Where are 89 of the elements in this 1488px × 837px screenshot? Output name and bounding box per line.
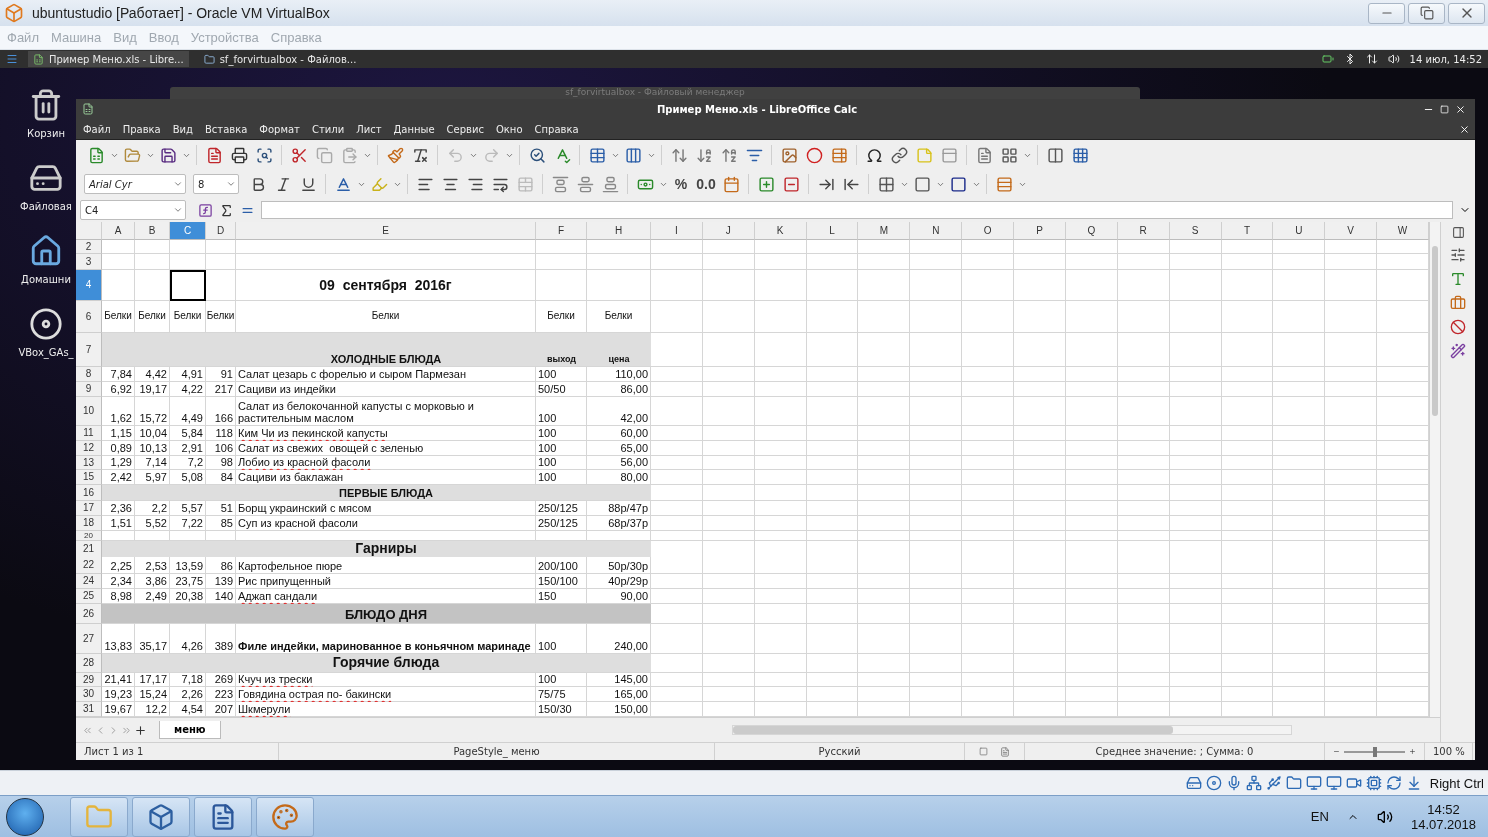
row-header[interactable]: 29 <box>76 673 102 687</box>
row-header[interactable]: 7 <box>76 333 102 367</box>
column-header[interactable]: I <box>651 222 703 240</box>
row-header[interactable]: 22 <box>76 557 102 574</box>
clock-time: 14:52 <box>1427 801 1460 817</box>
column-header[interactable]: K <box>754 222 807 240</box>
menu-item[interactable]: Стили <box>306 123 350 135</box>
column-header[interactable]: W <box>1377 222 1429 240</box>
menu-item[interactable]: Данные <box>388 123 440 135</box>
column-header[interactable]: V <box>1325 222 1378 240</box>
menu-item[interactable]: Правка <box>117 123 166 135</box>
menu-item[interactable]: Вставка <box>200 123 253 135</box>
number-format-button[interactable]: % <box>669 172 693 196</box>
row-header[interactable]: 28 <box>76 654 102 673</box>
column-header[interactable]: B <box>135 222 170 240</box>
row-header[interactable]: 3 <box>76 254 102 270</box>
selection-summary: Среднее значение: ; Сумма: 0 <box>1095 746 1254 757</box>
section-heading: Горячие блюда <box>331 654 441 672</box>
row-header[interactable]: 31 <box>76 702 102 717</box>
column-label: цена <box>607 353 631 366</box>
row-header[interactable]: 26 <box>76 604 102 624</box>
row-header[interactable]: 9 <box>76 382 102 397</box>
menu-item[interactable]: Вид <box>167 123 198 135</box>
column-header[interactable]: M <box>858 222 911 240</box>
section-heading: ПЕРВЫЕ БЛЮДА <box>338 485 434 500</box>
column-header[interactable]: U <box>1273 222 1326 240</box>
row-header[interactable]: 15 <box>76 470 102 485</box>
row-header[interactable]: 13 <box>76 456 102 470</box>
desktop-icon-label[interactable]: VBox_GAs_ <box>18 347 74 358</box>
column-header[interactable]: L <box>806 222 859 240</box>
row-header[interactable]: 17 <box>76 501 102 516</box>
host-key-label: Right Ctrl <box>1429 775 1484 791</box>
row-header[interactable]: 18 <box>76 516 102 531</box>
column-header[interactable]: T <box>1221 222 1274 240</box>
column-header[interactable]: R <box>1117 222 1170 240</box>
number-format-button[interactable]: 0.0 <box>694 172 718 196</box>
row-header[interactable]: 27 <box>76 624 102 654</box>
background-window-title: sf_forvirtualbox - Файловый менеджер <box>565 87 745 97</box>
desktop-icon-label[interactable]: Файловая <box>20 201 72 212</box>
clock: 14 июл, 14:52 <box>1409 53 1482 65</box>
column-header[interactable]: E <box>236 222 536 240</box>
row-header[interactable]: 30 <box>76 687 102 702</box>
column-label: выход <box>545 353 578 366</box>
column-header[interactable]: D <box>206 222 236 240</box>
menu-item[interactable]: Сервис <box>441 123 489 135</box>
column-header[interactable]: F <box>536 222 587 240</box>
font-size-field[interactable]: 8 <box>193 174 239 194</box>
row-header[interactable]: 16 <box>76 485 102 501</box>
taskbar-item-label: sf_forvirtualbox - Файлов... <box>219 53 357 65</box>
column-header[interactable]: J <box>702 222 755 240</box>
row-header[interactable]: 10 <box>76 397 102 426</box>
language: Русский <box>818 746 861 757</box>
row-header[interactable]: 24 <box>76 574 102 589</box>
row-header[interactable]: 2 <box>76 240 102 254</box>
column-header[interactable]: A <box>102 222 135 240</box>
menu-item[interactable]: Окно <box>490 123 528 135</box>
row-header[interactable]: 11 <box>76 426 102 441</box>
column-header[interactable]: P <box>1014 222 1066 240</box>
column-header[interactable]: Q <box>1065 222 1118 240</box>
taskbar-item[interactable]: sf_forvirtualbox - Файлов... <box>198 51 362 67</box>
sheet-count: Лист 1 из 1 <box>84 746 144 757</box>
clock-date: 14.07.2018 <box>1410 816 1476 832</box>
section-heading: Гарниры <box>354 541 418 558</box>
row-header[interactable]: 25 <box>76 589 102 604</box>
menu-item[interactable]: Лист <box>351 123 387 135</box>
zoom-level: 100 % <box>1433 746 1465 757</box>
taskbar-item[interactable]: Пример Меню.xls - Libre... <box>28 51 189 67</box>
column-header[interactable]: O <box>962 222 1015 240</box>
menu-item[interactable]: Формат <box>254 123 305 135</box>
sheet-tab[interactable]: меню <box>159 721 221 739</box>
taskbar-item-label: Пример Меню.xls - Libre... <box>49 53 184 65</box>
page-style: PageStyle_ меню <box>453 746 540 757</box>
menu-item[interactable]: Файл <box>78 123 116 135</box>
section-heading: ХОЛОДНЫЕ БЛЮДА <box>329 351 443 366</box>
row-header[interactable]: 6 <box>76 301 102 333</box>
section-heading: БЛЮДО ДНЯ <box>343 605 429 623</box>
window-title: ubuntustudio [Работает] - Oracle VM VirtualBox <box>32 5 330 21</box>
desktop-icon-label[interactable]: Домашни <box>21 274 71 285</box>
menu-item[interactable]: Справка <box>529 123 584 135</box>
row-header[interactable]: 12 <box>76 441 102 456</box>
column-header[interactable]: N <box>910 222 963 240</box>
name-box[interactable]: C4 <box>80 200 186 220</box>
column-header[interactable]: H <box>587 222 651 240</box>
column-header[interactable]: S <box>1169 222 1222 240</box>
language-indicator[interactable]: EN <box>1310 809 1329 824</box>
window-title: Пример Меню.xls - LibreOffice Calc <box>655 103 859 115</box>
font-name-field[interactable]: Arial Cyr <box>84 174 186 194</box>
row-header[interactable]: 8 <box>76 367 102 382</box>
desktop-icon-label[interactable]: Корзин <box>27 128 65 139</box>
